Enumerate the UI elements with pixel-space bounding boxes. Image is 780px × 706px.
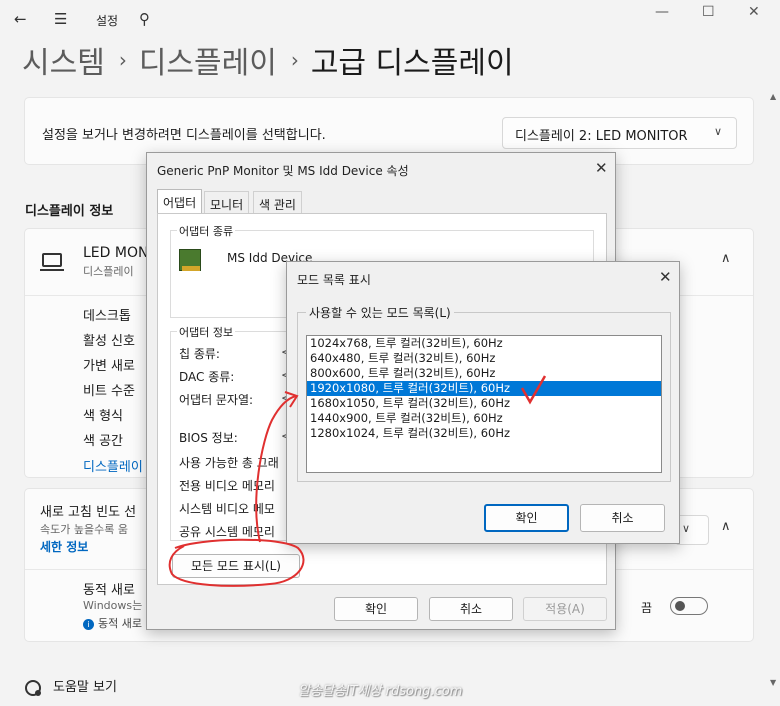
chevron-up-icon[interactable]: ∧ — [721, 251, 731, 266]
refresh-rate-dropdown[interactable]: ∨ — [675, 515, 709, 545]
dynamic-refresh-info: i 동적 새로 — [83, 615, 142, 631]
graphics-card-icon — [179, 249, 201, 271]
tab-monitor[interactable]: 모니터 — [204, 191, 250, 213]
dynamic-refresh-subtitle: Windows는 — [83, 599, 143, 612]
chevron-down-icon: ∨ — [682, 522, 691, 535]
info-icon: i — [83, 619, 94, 630]
monitor-subtitle: 디스플레이 — [83, 265, 134, 278]
chevron-down-icon: ∨ — [713, 125, 722, 138]
mode-list-item[interactable]: 1024x768, 트루 컬러(32비트), 60Hz — [307, 336, 661, 351]
prop-active-signal: 활성 신호 — [83, 334, 135, 349]
dynamic-refresh-info-text: 동적 새로 — [98, 617, 142, 630]
display-dropdown-value: 디스플레이 2: LED MONITOR — [515, 129, 688, 144]
dynamic-refresh-toggle[interactable] — [670, 597, 708, 615]
close-icon[interactable]: ✕ — [595, 159, 608, 177]
mode-list-item[interactable]: 800x600, 트루 컬러(32비트), 60Hz — [307, 366, 661, 381]
info-label: 사용 가능한 총 그래 — [179, 456, 279, 470]
mode-listbox[interactable]: 1024x768, 트루 컬러(32비트), 60Hz 640x480, 트루 컬… — [306, 335, 662, 473]
title-bar: ← ☰ 설정 ⚲ — ☐ ✕ — [0, 0, 780, 40]
chevron-right-icon: › — [118, 48, 127, 72]
monitor-name: LED MON — [83, 245, 149, 261]
mode-list-item[interactable]: 1920x1080, 트루 컬러(32비트), 60Hz — [307, 381, 661, 396]
group-label: 사용할 수 있는 모드 목록(L) — [306, 304, 454, 321]
tab-color-management[interactable]: 색 관리 — [253, 191, 302, 213]
toggle-label: 끔 — [641, 601, 653, 615]
ok-button[interactable]: 확인 — [334, 597, 418, 621]
close-icon[interactable]: ✕ — [659, 268, 672, 286]
mode-list-dialog: 모드 목록 표시 ✕ 사용할 수 있는 모드 목록(L) 1024x768, 트… — [286, 261, 680, 544]
prop-bit-depth: 비트 수준 — [83, 384, 135, 399]
apply-button[interactable]: 적용(A) — [523, 597, 607, 621]
back-arrow-icon[interactable]: ← — [14, 10, 27, 28]
mode-list-item[interactable]: 640x480, 트루 컬러(32비트), 60Hz — [307, 351, 661, 366]
breadcrumb-display[interactable]: 디스플레이 — [139, 38, 277, 82]
dialog-title: Generic PnP Monitor 및 MS Idd Device 속성 — [157, 164, 409, 178]
tab-adapter[interactable]: 어댑터 — [157, 189, 203, 214]
group-label: 어댑터 종류 — [177, 223, 236, 239]
prop-desktop-mode: 데스크톱 — [83, 309, 131, 324]
breadcrumb: 시스템 › 디스플레이 › 고급 디스플레이 — [22, 38, 514, 82]
search-icon[interactable]: ⚲ — [139, 10, 150, 28]
info-label: 공유 시스템 메모리 — [179, 525, 275, 539]
menu-icon[interactable]: ☰ — [54, 10, 67, 28]
scrollbar[interactable]: ▲ ▼ — [769, 92, 776, 692]
minimize-button[interactable]: — — [655, 4, 669, 20]
adapter-properties-link[interactable]: 디스플레이 — [83, 456, 143, 475]
breadcrumb-system[interactable]: 시스템 — [22, 38, 105, 82]
chevron-up-icon[interactable]: ∧ — [721, 519, 731, 534]
ok-button[interactable]: 확인 — [484, 504, 569, 532]
help-label: 도움말 보기 — [53, 680, 117, 695]
display-select-prompt: 설정을 보거나 변경하려면 디스플레이를 선택합니다. — [42, 128, 326, 143]
close-button[interactable]: ✕ — [748, 4, 760, 20]
more-info-link[interactable]: 세한 정보 — [40, 538, 88, 555]
refresh-rate-title: 새로 고침 빈도 선 — [40, 505, 137, 520]
maximize-button[interactable]: ☐ — [702, 4, 715, 20]
prop-color-space: 색 공간 — [83, 434, 124, 449]
app-title: 설정 — [96, 14, 119, 28]
dialog-title: 모드 목록 표시 — [297, 273, 371, 287]
refresh-rate-desc: 속도가 높을수록 움 — [40, 523, 128, 536]
prop-color-format: 색 형식 — [83, 409, 124, 424]
mode-list-item[interactable]: 1680x1050, 트루 컬러(32비트), 60Hz — [307, 396, 661, 411]
help-icon — [25, 679, 41, 696]
info-label: 전용 비디오 메모리 — [179, 479, 275, 493]
prop-variable-refresh: 가변 새로 — [83, 359, 135, 374]
watermark: 알송달송IT세상 rdsong.com — [298, 684, 463, 699]
info-label: DAC 종류: — [179, 370, 235, 384]
info-label: BIOS 정보: — [179, 431, 238, 445]
list-all-modes-button[interactable]: 모든 모드 표시(L) — [172, 554, 300, 578]
mode-list-group: 사용할 수 있는 모드 목록(L) 1024x768, 트루 컬러(32비트),… — [297, 304, 671, 482]
info-label: 어댑터 문자열: — [179, 393, 254, 407]
help-link[interactable]: 도움말 보기 — [25, 676, 117, 696]
cancel-button[interactable]: 취소 — [429, 597, 513, 621]
scroll-down-icon[interactable]: ▼ — [770, 678, 776, 687]
scroll-up-icon[interactable]: ▲ — [770, 92, 776, 101]
chevron-right-icon: › — [290, 48, 299, 72]
display-dropdown[interactable]: 디스플레이 2: LED MONITOR ∨ — [502, 117, 737, 149]
cancel-button[interactable]: 취소 — [580, 504, 665, 532]
info-label: 칩 종류: — [179, 347, 220, 361]
mode-list-item[interactable]: 1280x1024, 트루 컬러(32비트), 60Hz — [307, 426, 661, 441]
group-label: 어댑터 정보 — [177, 324, 236, 340]
dynamic-refresh-title: 동적 새로 — [83, 583, 135, 598]
section-title: 디스플레이 정보 — [25, 204, 114, 219]
info-label: 시스템 비디오 메모 — [179, 502, 275, 516]
mode-list-item[interactable]: 1440x900, 트루 컬러(32비트), 60Hz — [307, 411, 661, 426]
page-title: 고급 디스플레이 — [310, 46, 514, 81]
monitor-icon — [40, 253, 64, 271]
